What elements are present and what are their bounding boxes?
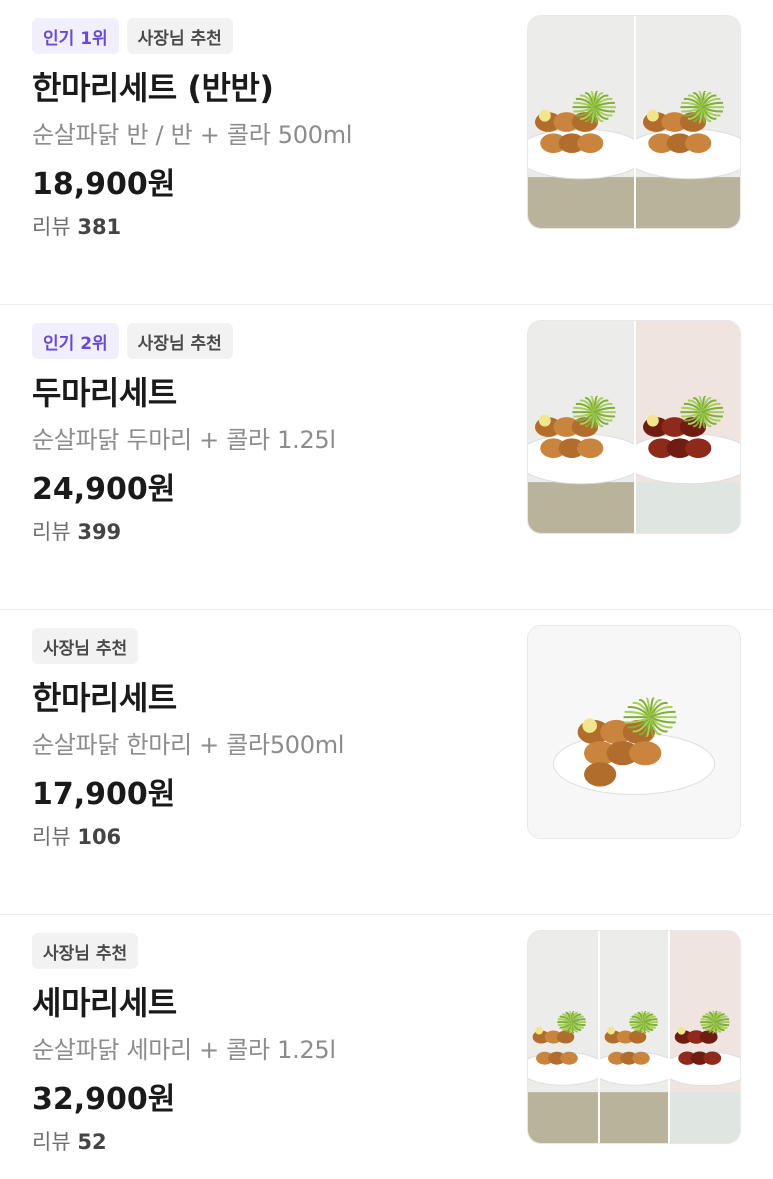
menu-item-price: 24,900원 xyxy=(32,472,176,507)
review-label: 리뷰 xyxy=(32,825,71,849)
menu-item-description: 순살파닭 한마리 + 콜라500ml xyxy=(32,731,345,759)
fried-chicken-photo xyxy=(598,931,668,1143)
menu-item-info: 사장님 추천 세마리세트 순살파닭 세마리 + 콜라 1.25l 32,900원… xyxy=(32,933,502,1156)
owner-recommend-badge: 사장님 추천 xyxy=(32,933,139,969)
review-info: 리뷰 399 xyxy=(32,518,502,546)
review-label: 리뷰 xyxy=(32,1130,71,1154)
review-count: 381 xyxy=(77,215,122,239)
menu-item-info: 인기 2위 사장님 추천 두마리세트 순살파닭 두마리 + 콜라 1.25l 2… xyxy=(32,323,502,546)
menu-item-name: 한마리세트 (반반) xyxy=(32,69,274,107)
menu-item-image[interactable] xyxy=(527,625,741,839)
review-count: 106 xyxy=(77,825,122,849)
owner-recommend-badge: 사장님 추천 xyxy=(126,18,233,54)
menu-item-price: 17,900원 xyxy=(32,777,176,812)
fried-chicken-photo xyxy=(634,16,740,228)
badge-row: 인기 1위 사장님 추천 xyxy=(32,18,502,55)
popular-rank-badge: 인기 2위 xyxy=(32,323,119,359)
menu-item-price: 18,900원 xyxy=(32,167,176,202)
menu-item-name: 두마리세트 xyxy=(32,374,177,412)
menu-item-description: 순살파닭 세마리 + 콜라 1.25l xyxy=(32,1036,336,1064)
menu-item-name: 한마리세트 xyxy=(32,679,177,717)
menu-item-description: 순살파닭 반 / 반 + 콜라 500ml xyxy=(32,121,353,149)
menu-item-name: 세마리세트 xyxy=(32,984,177,1022)
menu-item-one-chicken-set[interactable]: 사장님 추천 한마리세트 순살파닭 한마리 + 콜라500ml 17,900원 … xyxy=(0,610,773,915)
menu-item-image[interactable] xyxy=(527,320,741,534)
badge-row: 인기 2위 사장님 추천 xyxy=(32,323,502,360)
spicy-chicken-photo xyxy=(668,931,740,1143)
menu-item-info: 인기 1위 사장님 추천 한마리세트 (반반) 순살파닭 반 / 반 + 콜라 … xyxy=(32,18,502,241)
fried-chicken-photo xyxy=(528,16,634,228)
menu-item-image[interactable] xyxy=(527,15,741,229)
review-info: 리뷰 52 xyxy=(32,1128,502,1156)
spicy-chicken-photo xyxy=(634,321,740,533)
review-count: 52 xyxy=(77,1130,107,1154)
popular-rank-badge: 인기 1위 xyxy=(32,18,119,54)
menu-item-info: 사장님 추천 한마리세트 순살파닭 한마리 + 콜라500ml 17,900원 … xyxy=(32,628,502,851)
menu-item-half-half-set[interactable]: 인기 1위 사장님 추천 한마리세트 (반반) 순살파닭 반 / 반 + 콜라 … xyxy=(0,0,773,305)
review-info: 리뷰 381 xyxy=(32,213,502,241)
review-label: 리뷰 xyxy=(32,215,71,239)
owner-recommend-badge: 사장님 추천 xyxy=(126,323,233,359)
owner-recommend-badge: 사장님 추천 xyxy=(32,628,139,664)
menu-item-image[interactable] xyxy=(527,930,741,1144)
fried-chicken-photo xyxy=(528,626,740,838)
review-info: 리뷰 106 xyxy=(32,823,502,851)
review-count: 399 xyxy=(77,520,122,544)
review-label: 리뷰 xyxy=(32,520,71,544)
fried-chicken-photo xyxy=(528,321,634,533)
menu-item-two-chicken-set[interactable]: 인기 2위 사장님 추천 두마리세트 순살파닭 두마리 + 콜라 1.25l 2… xyxy=(0,305,773,610)
menu-list: 인기 1위 사장님 추천 한마리세트 (반반) 순살파닭 반 / 반 + 콜라 … xyxy=(0,0,773,1179)
menu-item-three-chicken-set[interactable]: 사장님 추천 세마리세트 순살파닭 세마리 + 콜라 1.25l 32,900원… xyxy=(0,915,773,1179)
badge-row: 사장님 추천 xyxy=(32,628,502,665)
menu-item-description: 순살파닭 두마리 + 콜라 1.25l xyxy=(32,426,336,454)
fried-chicken-photo xyxy=(528,931,598,1143)
menu-item-price: 32,900원 xyxy=(32,1082,176,1117)
badge-row: 사장님 추천 xyxy=(32,933,502,970)
